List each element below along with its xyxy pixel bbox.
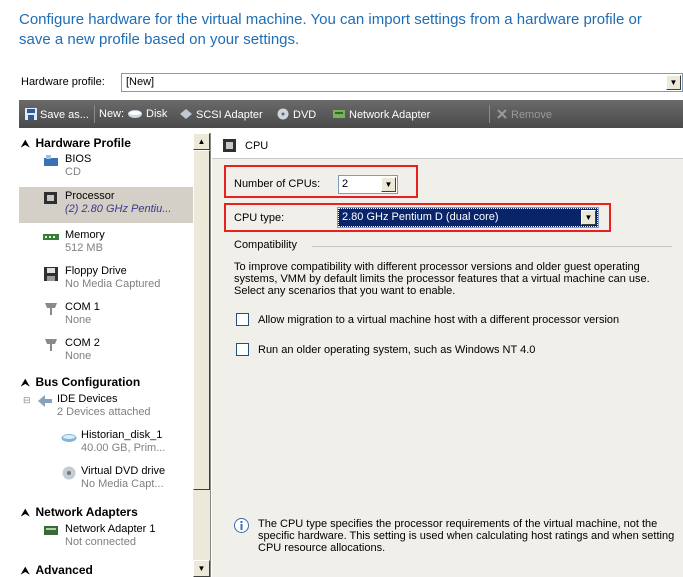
tree-item-network-adapter[interactable]: Network Adapter 1 Not connected (19, 523, 193, 553)
tree-scrollbar[interactable]: ▲ ▼ (193, 133, 210, 577)
toolbar: Save as... New: Disk SCSI Adapter DVD Ne… (19, 100, 683, 128)
hardware-config-page: Configure hardware for the virtual machi… (0, 0, 683, 577)
num-cpus-select[interactable]: 2 ▼ (338, 175, 398, 194)
scsi-adapter-icon (179, 108, 193, 123)
cpu-header-title: CPU (245, 140, 269, 152)
tree-item-historian-disk[interactable]: Historian_disk_1 40.00 GB, Prim... (19, 429, 193, 459)
section-advanced[interactable]: ⮝ Advanced (21, 563, 93, 577)
info-icon (234, 518, 249, 538)
processor-icon (43, 191, 59, 205)
toolbar-separator (94, 105, 95, 123)
hardware-profile-value: [New] (126, 76, 155, 88)
new-label: New: (99, 108, 125, 120)
cpu-type-label: CPU type: (234, 212, 285, 224)
chevron-down-icon[interactable]: ▼ (666, 75, 681, 90)
remove-icon (496, 108, 508, 123)
new-network-adapter-button[interactable]: Network Adapter (332, 108, 430, 123)
hardware-tree: ⮝ Hardware Profile BIOS CD Processor (2) … (19, 133, 193, 577)
cpu-header: CPU (212, 133, 683, 159)
section-hardware-profile[interactable]: ⮝ Hardware Profile (21, 136, 131, 150)
network-adapter-icon (332, 108, 346, 123)
intro-text: Configure hardware for the virtual machi… (19, 11, 642, 48)
older-os-label: Run an older operating system, such as W… (258, 344, 536, 356)
tree-item-bios[interactable]: BIOS CD (19, 153, 193, 183)
tree-item-virtual-dvd[interactable]: Virtual DVD drive No Media Capt... (19, 465, 193, 495)
tree-item-memory[interactable]: Memory 512 MB (19, 229, 193, 259)
cpu-type-select[interactable]: 2.80 GHz Pentium D (dual core) ▼ (337, 207, 599, 228)
section-network-adapters[interactable]: ⮝ Network Adapters (21, 505, 138, 519)
chevron-down-icon[interactable]: ▼ (381, 177, 396, 192)
collapse-icon[interactable]: ⮝ (21, 139, 30, 150)
new-dvd-button[interactable]: DVD (276, 108, 316, 123)
section-bus-configuration[interactable]: ⮝ Bus Configuration (21, 375, 140, 389)
dvd-icon (276, 108, 290, 123)
save-icon (25, 108, 37, 123)
scroll-thumb[interactable] (193, 150, 210, 490)
new-scsi-adapter-button[interactable]: SCSI Adapter (179, 108, 263, 123)
tree-item-com2[interactable]: COM 2 None (19, 337, 193, 367)
network-adapter-icon (43, 524, 59, 538)
com-port-icon (43, 302, 59, 316)
dvd-icon (61, 466, 77, 480)
hardware-profile-label: Hardware profile: (21, 76, 105, 88)
allow-migration-checkbox[interactable] (236, 313, 249, 326)
hardware-tree-panel: ⮝ Hardware Profile BIOS CD Processor (2) … (19, 133, 211, 577)
scroll-up-icon[interactable]: ▲ (193, 133, 210, 150)
com-port-icon (43, 338, 59, 352)
collapse-icon[interactable]: ⮝ (21, 566, 30, 577)
hardware-profile-row: Hardware profile: [New] ▼ (19, 73, 683, 93)
tree-item-processor[interactable]: Processor (2) 2.80 GHz Pentiu... (19, 187, 193, 223)
tree-item-ide-devices[interactable]: ⊟ IDE Devices 2 Devices attached (19, 393, 193, 423)
disk-icon (127, 109, 143, 122)
processor-icon (223, 139, 237, 158)
collapse-icon[interactable]: ⮝ (21, 378, 30, 389)
compatibility-text: To improve compatibility with different … (234, 261, 650, 297)
save-as-button[interactable]: Save as... (25, 108, 89, 123)
collapse-icon[interactable]: ⮝ (21, 508, 30, 519)
floppy-icon (43, 266, 59, 281)
hardware-profile-select[interactable]: [New] ▼ (121, 73, 683, 92)
scroll-down-icon[interactable]: ▼ (193, 560, 210, 577)
chevron-down-icon[interactable]: ▼ (581, 210, 596, 225)
new-disk-button[interactable]: Disk (127, 108, 167, 122)
num-cpus-label: Number of CPUs: (234, 178, 321, 190)
remove-button[interactable]: Remove (496, 108, 552, 123)
allow-migration-label: Allow migration to a virtual machine hos… (258, 314, 620, 326)
tree-item-com1[interactable]: COM 1 None (19, 301, 193, 331)
info-text: The CPU type specifies the processor req… (258, 518, 675, 554)
toolbar-separator (489, 105, 490, 123)
ide-icon (37, 394, 53, 408)
bios-icon (43, 154, 59, 168)
tree-item-floppy-drive[interactable]: Floppy Drive No Media Captured (19, 265, 193, 295)
cpu-settings-panel: CPU Number of CPUs: 2 ▼ CPU type: 2.80 G… (212, 133, 683, 577)
hard-disk-icon (61, 433, 77, 447)
tree-expand-icon[interactable]: ⊟ (23, 395, 31, 406)
divider (312, 246, 672, 247)
compatibility-title: Compatibility (234, 239, 297, 251)
older-os-checkbox[interactable] (236, 343, 249, 356)
memory-icon (43, 232, 59, 246)
